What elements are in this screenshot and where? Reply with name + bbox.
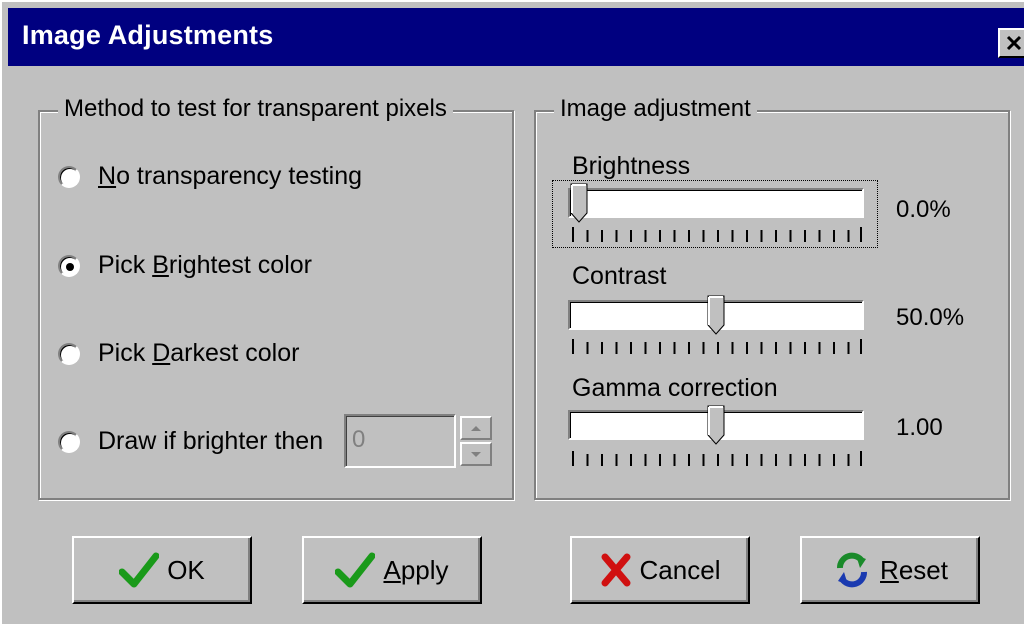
radio-no-transparency[interactable]: No transparency testing xyxy=(58,162,362,191)
brightness-ticks xyxy=(572,227,862,242)
ok-button[interactable]: OK xyxy=(72,536,252,604)
contrast-ticks xyxy=(572,339,862,354)
contrast-slider-thumb[interactable] xyxy=(707,295,725,335)
window-title: Image Adjustments xyxy=(22,20,274,50)
apply-button-label: Apply xyxy=(383,554,449,585)
checkmark-icon xyxy=(119,552,160,588)
ok-button-label: OK xyxy=(167,554,205,585)
radio-pick-brightest[interactable]: Pick Brightest color xyxy=(58,251,312,280)
checkmark-icon xyxy=(335,552,376,588)
radio-button[interactable] xyxy=(58,342,80,365)
arrow-down-icon xyxy=(471,451,481,457)
transparency-method-group-title: Method to test for transparent pixels xyxy=(58,95,453,123)
gamma-ticks xyxy=(572,451,862,466)
reset-button[interactable]: Reset xyxy=(800,536,980,604)
gamma-label: Gamma correction xyxy=(572,374,778,402)
gamma-slider-thumb[interactable] xyxy=(707,405,725,445)
dialog-window: Image Adjustments Method to test for tra… xyxy=(0,0,1024,624)
brightness-label: Brightness xyxy=(572,152,691,180)
radio-label: Pick Brightest color xyxy=(98,251,312,279)
cancel-button-label: Cancel xyxy=(639,554,721,585)
radio-button[interactable] xyxy=(58,165,80,188)
brightness-value: 0.0% xyxy=(896,196,951,223)
refresh-icon xyxy=(837,552,868,588)
gamma-value: 1.00 xyxy=(896,414,943,441)
reset-button-label: Reset xyxy=(880,554,948,585)
contrast-value: 50.0% xyxy=(896,304,965,331)
radio-button[interactable] xyxy=(58,430,80,453)
cancel-button[interactable]: Cancel xyxy=(570,536,750,604)
spin-up-button[interactable] xyxy=(460,416,492,440)
radio-label: Pick Darkest color xyxy=(98,339,300,367)
apply-button[interactable]: Apply xyxy=(302,536,482,604)
arrow-up-icon xyxy=(471,425,481,431)
spin-down-button[interactable] xyxy=(460,442,492,466)
brightness-slider-thumb[interactable] xyxy=(570,183,588,223)
red-x-icon xyxy=(601,553,631,587)
brightness-threshold-input[interactable]: 0 xyxy=(344,414,456,468)
radio-label: No transparency testing xyxy=(98,162,363,190)
brightness-slider-track[interactable] xyxy=(568,188,864,218)
image-adjustment-group-title: Image adjustment xyxy=(554,95,757,123)
close-button[interactable] xyxy=(998,28,1024,58)
radio-draw-if-brighter[interactable]: Draw if brighter then xyxy=(58,427,323,456)
contrast-label: Contrast xyxy=(572,262,667,290)
close-icon xyxy=(1006,35,1022,51)
title-bar[interactable]: Image Adjustments xyxy=(8,8,1024,66)
radio-label: Draw if brighter then xyxy=(98,427,324,455)
radio-pick-darkest[interactable]: Pick Darkest color xyxy=(58,339,299,368)
radio-button[interactable] xyxy=(58,254,80,277)
